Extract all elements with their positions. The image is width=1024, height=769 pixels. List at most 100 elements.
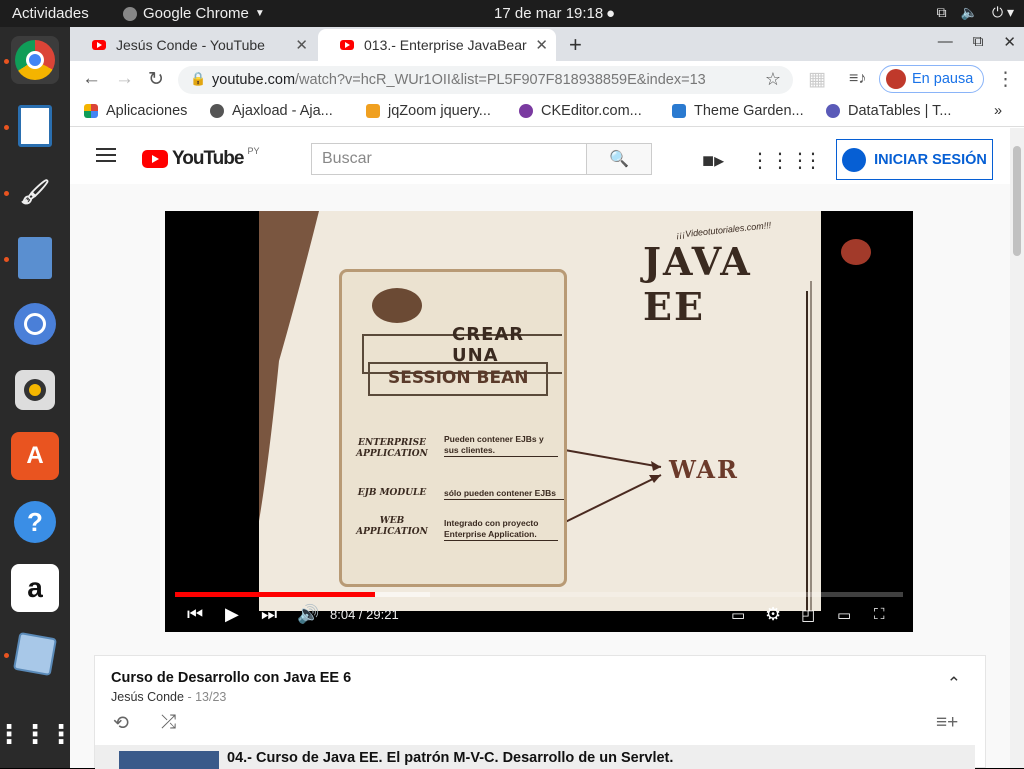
software-store-dock-icon[interactable]: A [11,432,59,480]
bookmark-ckeditor[interactable]: CKEditor.com... [519,103,642,119]
bookmark-theme-garden[interactable]: Theme Garden... [672,103,804,119]
virtualbox-dock-icon[interactable] [11,630,59,678]
extension-icon[interactable]: ▦ [808,68,826,91]
playlist-channel[interactable]: Jesús Conde [111,690,184,704]
chromium-dock-icon[interactable] [11,300,59,348]
loop-icon[interactable]: ⟲ [113,712,129,735]
country-code: PY [247,146,260,156]
ckeditor-icon [519,104,533,118]
slide-title-line1: CREAR UNA [452,324,525,366]
network-icon: ⧉ [936,4,947,20]
profile-button[interactable]: En pausa [879,65,985,93]
video-player[interactable]: ¡¡¡Videotutoriales.com!!! JAVA EE CREAR … [165,211,913,632]
bookmark-label: Ajaxload - Aja... [232,103,333,119]
channel-watermark-icon [841,239,871,265]
create-video-icon[interactable]: ■▸ [702,148,724,173]
caret-down-icon: ▼ [254,8,265,19]
coffee-beans-icon [372,288,422,323]
add-to-queue-icon[interactable]: ≡+ [936,712,958,734]
row-description: Pueden contener EJBs y sus clientes. [444,434,558,457]
theater-mode-icon[interactable]: ▭ [837,606,851,624]
profile-label: En pausa [912,71,974,87]
youtube-favicon-icon [340,40,354,50]
chrome-menu-icon[interactable]: ⋮ [996,68,1015,91]
fullscreen-icon[interactable]: ⛶ [874,606,885,623]
activities-button[interactable]: Actividades [12,5,89,22]
bookmarks-overflow-button[interactable]: » [994,103,1002,119]
scrollbar[interactable] [1010,128,1024,768]
row-description: Integrado con proyecto Enterprise Applic… [444,518,558,541]
document-viewer-dock-icon[interactable] [11,102,59,150]
video-thumbnail [119,751,219,769]
browser-window: Jesús Conde - YouTube ✕ 013.- Enterprise… [70,27,1024,769]
minimize-icon[interactable]: — [938,33,953,51]
subtitles-icon[interactable]: ▭ [731,606,745,624]
settings-hd-icon[interactable]: ⚙ [765,604,781,625]
collapse-chevron-icon[interactable]: ⌃ [947,674,961,694]
scrollbar-thumb[interactable] [1013,146,1021,256]
tab-jesus-conde[interactable]: Jesús Conde - YouTube ✕ [70,29,316,61]
youtube-logo[interactable]: YouTube PY [142,146,260,170]
file-cabinet-dock-icon[interactable] [11,234,59,282]
show-applications-icon[interactable]: ⋮⋮⋮ [0,710,74,758]
close-tab-icon[interactable]: ✕ [535,36,548,54]
address-bar[interactable]: 🔒 youtube.com/watch?v=hcR_WUr1OII&list=P… [178,66,793,94]
hamburger-menu-icon[interactable] [96,148,116,162]
miniplayer-icon[interactable]: ◰ [801,606,815,624]
settings-menu-icon[interactable]: ⋮ [803,148,823,173]
search-button[interactable]: 🔍 [587,143,652,175]
search-input[interactable]: Buscar [311,143,587,175]
progress-bar[interactable] [175,592,903,597]
maximize-icon[interactable]: ⧉ [973,33,984,51]
paint-brush-dock-icon[interactable]: 🖌 [11,168,59,216]
playlist-title[interactable]: Curso de Desarrollo con Java EE 6 [111,670,351,686]
running-indicator [4,653,9,658]
app-menu[interactable]: Google Chrome ▼ [123,5,265,22]
sign-in-button[interactable]: INICIAR SESIÓN [836,139,993,180]
bookmark-apps[interactable]: Aplicaciones [84,103,187,119]
clock[interactable]: 17 de mar 19:18 [494,5,603,22]
bookmark-datatables[interactable]: DataTables | T... [826,103,951,119]
avatar [886,69,906,89]
datatables-icon [826,104,840,118]
close-window-icon[interactable]: ✕ [1003,33,1016,51]
youtube-favicon-icon [92,40,106,50]
java-ee-logo: JAVA EE [643,239,752,329]
bookmark-label: jqZoom jquery... [388,103,491,119]
amazon-dock-icon[interactable]: a [11,564,59,612]
bookmark-star-icon[interactable]: ☆ [765,69,781,90]
previous-icon[interactable]: ⏮ [187,604,203,625]
notification-dot-icon: ● [606,5,616,22]
volume-icon[interactable]: 🔊 [297,604,319,625]
rhythmbox-dock-icon[interactable] [11,366,59,414]
system-tray[interactable]: ⧉ 🔈 ⏻ ▾ [937,4,1014,21]
chrome-dock-icon[interactable] [11,36,59,84]
help-dock-icon[interactable]: ? [11,498,59,546]
list-item[interactable]: 04.- Curso de Java EE. El patrón M-V-C. … [95,745,975,769]
search-icon: 🔍 [609,151,629,168]
playlist-subtitle: Jesús Conde - 13/23 [111,690,227,704]
running-indicator [4,59,9,64]
forward-arrow-icon[interactable]: → [115,68,134,90]
bookmark-ajaxload[interactable]: Ajaxload - Aja... [210,103,333,119]
youtube-wordmark: YouTube [172,148,244,169]
jqzoom-icon [366,104,380,118]
shuffle-icon[interactable]: ⤮ [161,712,176,734]
bookmark-label: Aplicaciones [106,103,188,119]
youtube-play-icon [142,150,168,168]
youtube-masthead: YouTube PY Buscar 🔍 ■▸ ⋮⋮⋮ ⋮ INICIAR SES… [70,128,1010,184]
bookmark-jqzoom[interactable]: jqZoom jquery... [366,103,491,119]
play-icon[interactable]: ▶ [225,604,239,625]
slide-card: CREAR UNA SESSION BEAN ENTERPRISE APPLIC… [339,269,567,587]
reload-icon[interactable]: ↻ [148,68,164,91]
bookmark-label: CKEditor.com... [541,103,642,119]
running-indicator [4,257,9,262]
new-tab-button[interactable]: + [569,32,582,58]
next-icon[interactable]: ⏭ [261,604,277,625]
tab-enterprise-javabeans[interactable]: 013.- Enterprise JavaBear ✕ [318,29,556,61]
media-control-icon[interactable]: ≡♪ [849,70,866,88]
close-tab-icon[interactable]: ✕ [295,36,308,54]
back-arrow-icon[interactable]: ← [82,68,101,90]
youtube-page: YouTube PY Buscar 🔍 ■▸ ⋮⋮⋮ ⋮ INICIAR SES… [70,128,1010,769]
apps-icon[interactable]: ⋮⋮⋮ [750,148,810,173]
